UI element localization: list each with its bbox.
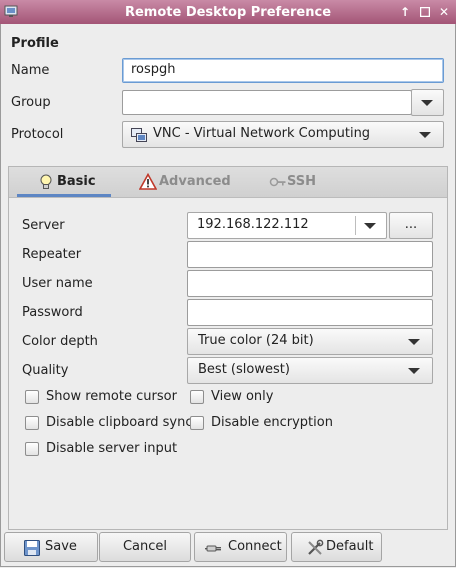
username-label: User name (22, 276, 93, 291)
server-browse-button[interactable]: ... (389, 212, 433, 239)
color-depth-value: True color (24 bit) (198, 333, 314, 348)
title-bar: Remote Desktop Preference ↑ ✕ (0, 0, 456, 24)
tools-icon (308, 539, 324, 555)
group-field[interactable] (122, 90, 412, 115)
save-button-label: Save (45, 539, 77, 554)
chevron-down-icon (364, 223, 376, 229)
show-remote-cursor-checkbox[interactable] (25, 390, 39, 404)
group-label: Group (11, 95, 51, 110)
warning-icon (139, 173, 157, 190)
cancel-button-label: Cancel (122, 539, 168, 554)
show-remote-cursor-label[interactable]: Show remote cursor (46, 389, 177, 404)
combo-separator (355, 216, 356, 235)
tab-bar: Basic Advanced SSH (9, 167, 447, 198)
color-depth-label: Color depth (22, 334, 98, 349)
disable-clipboard-sync-label[interactable]: Disable clipboard sync (46, 415, 193, 430)
key-icon (269, 177, 286, 187)
cancel-button[interactable]: Cancel (99, 532, 191, 562)
username-field[interactable] (187, 270, 433, 297)
active-tab-indicator (17, 194, 111, 197)
chevron-down-icon (421, 100, 433, 106)
repeater-field[interactable] (187, 241, 433, 268)
quality-label: Quality (22, 363, 69, 378)
password-field[interactable] (187, 299, 433, 326)
server-label: Server (22, 218, 65, 233)
password-label: Password (22, 305, 83, 320)
name-label: Name (11, 63, 50, 78)
tab-advanced[interactable]: Advanced (137, 167, 247, 197)
server-combo[interactable]: 192.168.122.112 (187, 212, 387, 239)
plug-icon (205, 545, 221, 552)
connect-button[interactable]: Connect (194, 532, 287, 562)
chevron-down-icon (408, 368, 420, 374)
default-button-label: Default (326, 539, 374, 554)
maximize-icon[interactable] (418, 4, 432, 20)
protocol-label: Protocol (11, 127, 64, 142)
lightbulb-icon (40, 174, 52, 189)
vnc-icon (131, 128, 147, 142)
default-button[interactable]: Default (291, 532, 382, 562)
disable-encryption-checkbox[interactable] (190, 416, 204, 430)
disable-clipboard-sync-checkbox[interactable] (25, 416, 39, 430)
disable-server-input-label[interactable]: Disable server input (46, 441, 177, 456)
tab-ssh-label: SSH (287, 174, 317, 189)
quality-value: Best (slowest) (198, 362, 290, 377)
tab-ssh[interactable]: SSH (267, 167, 337, 197)
save-button[interactable]: Save (4, 532, 98, 562)
save-icon (24, 540, 40, 556)
chevron-down-icon (419, 132, 431, 138)
close-icon[interactable]: ✕ (437, 4, 451, 20)
protocol-select[interactable]: VNC - Virtual Network Computing (122, 121, 444, 148)
keep-above-icon[interactable]: ↑ (398, 4, 412, 20)
view-only-checkbox[interactable] (190, 390, 204, 404)
protocol-value: VNC - Virtual Network Computing (153, 126, 371, 141)
chevron-down-icon (408, 339, 420, 345)
server-value: 192.168.122.112 (197, 217, 309, 232)
tab-basic-label: Basic (57, 174, 96, 189)
name-field[interactable]: rospgh (122, 58, 444, 83)
view-only-label[interactable]: View only (211, 389, 273, 404)
disable-server-input-checkbox[interactable] (25, 442, 39, 456)
group-dropdown-button[interactable] (411, 89, 444, 116)
tab-basic[interactable]: Basic (17, 167, 111, 197)
disable-encryption-label[interactable]: Disable encryption (211, 415, 333, 430)
window-title: Remote Desktop Preference (124, 5, 332, 20)
repeater-label: Repeater (22, 247, 82, 262)
profile-heading: Profile (11, 36, 59, 51)
color-depth-select[interactable]: True color (24 bit) (187, 328, 433, 355)
connect-button-label: Connect (228, 539, 282, 554)
tab-advanced-label: Advanced (159, 174, 231, 189)
quality-select[interactable]: Best (slowest) (187, 357, 433, 384)
